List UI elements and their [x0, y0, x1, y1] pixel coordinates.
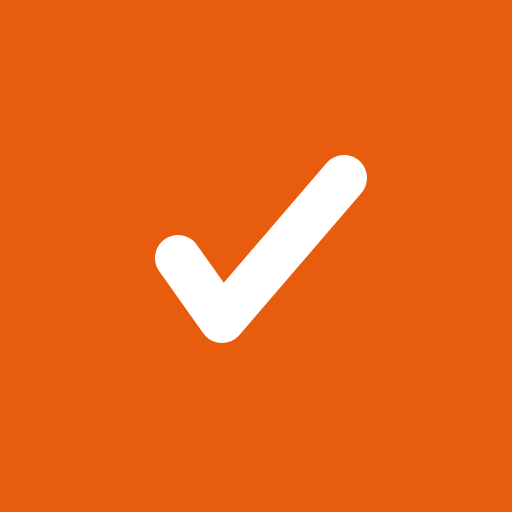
icon-tile: [0, 0, 512, 512]
checkmark-stroke: [155, 155, 367, 343]
checkmark-icon: [155, 155, 367, 343]
